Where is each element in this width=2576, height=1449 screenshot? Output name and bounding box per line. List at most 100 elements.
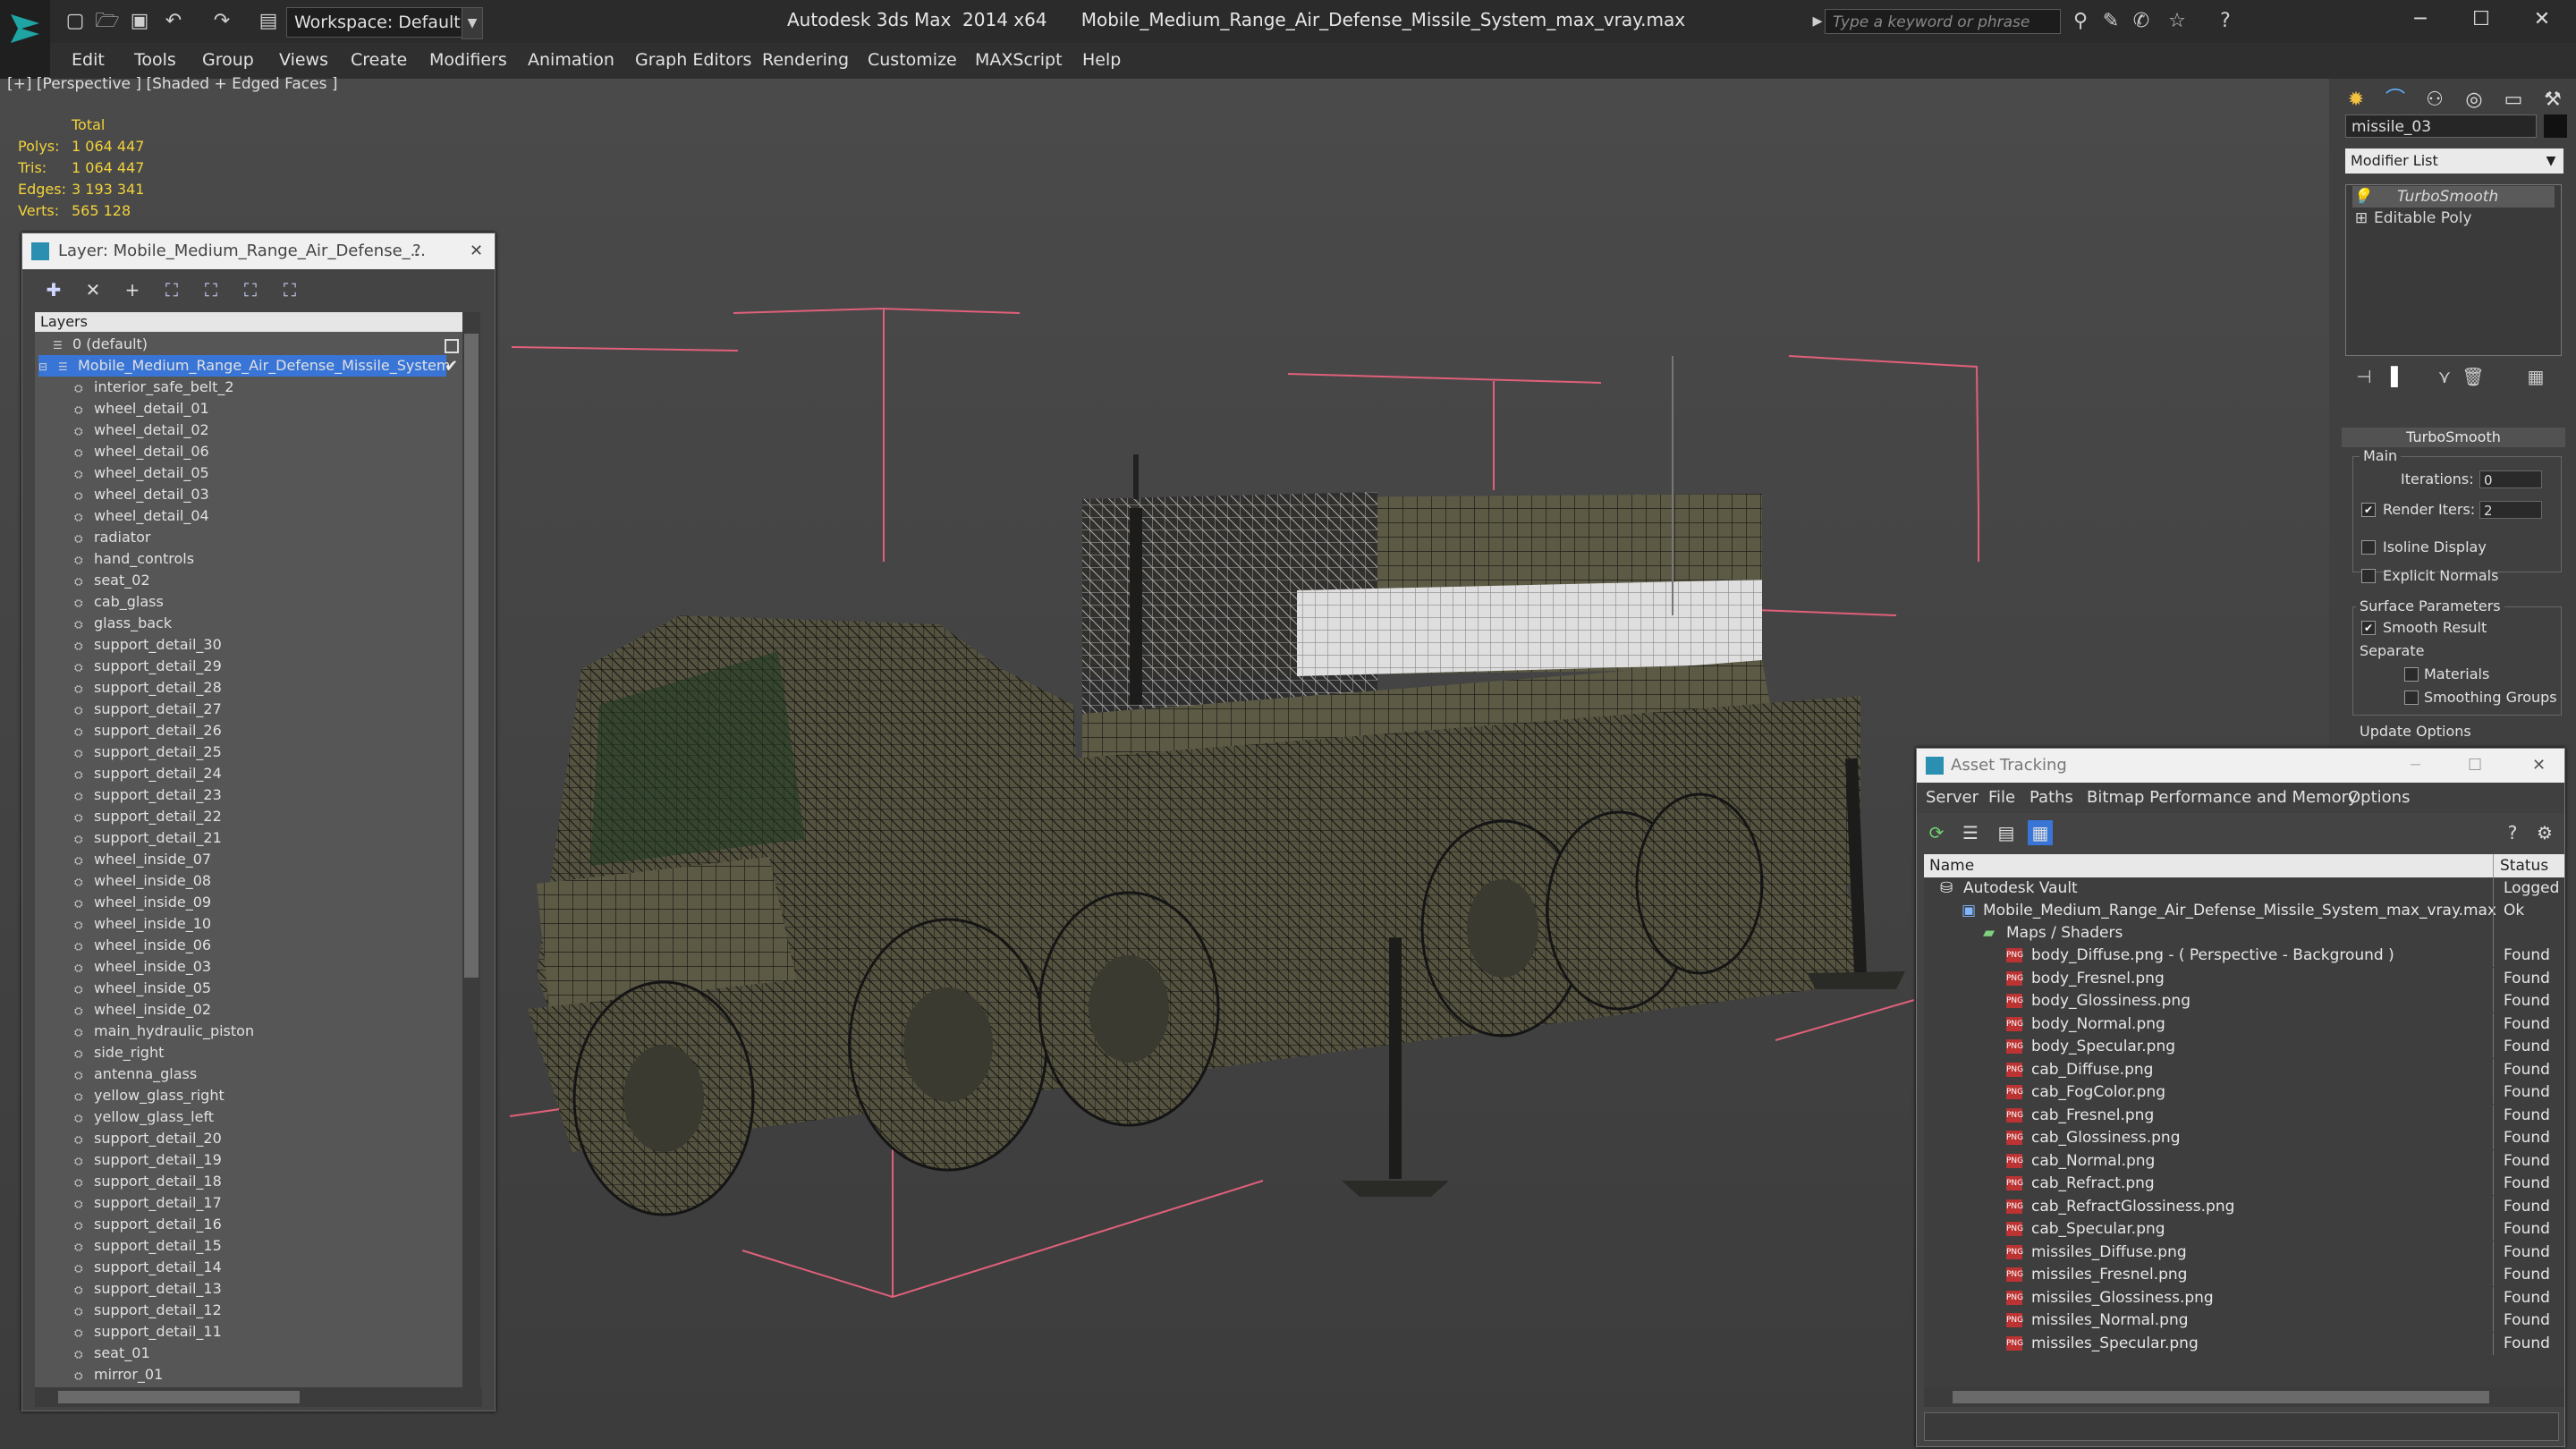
- help-button[interactable]: ?: [412, 233, 421, 269]
- layer-object-row[interactable]: ⛭ wheel_inside_10: [74, 913, 211, 935]
- modifier-list-dropdown[interactable]: Modifier List: [2345, 148, 2563, 174]
- layer-object-row[interactable]: ⛭ support_detail_20: [74, 1128, 222, 1149]
- layer-object-row[interactable]: ⛭ radiator: [74, 527, 150, 548]
- maximize-button[interactable]: ☐: [2468, 749, 2482, 783]
- maximize-button[interactable]: ☐: [2454, 4, 2508, 36]
- layer-mobile-missile-system[interactable]: ⊟ ☰ Mobile_Medium_Range_Air_Defense_Missil…: [38, 355, 450, 377]
- texture-row[interactable]: PNG cab_Fresnel.png Found: [1924, 1104, 2564, 1127]
- layer-object-row[interactable]: ⛭ wheel_inside_07: [74, 849, 211, 870]
- layer-object-row[interactable]: ⛭ support_detail_22: [74, 806, 222, 827]
- chevron-down-icon[interactable]: ▼: [2540, 148, 2562, 174]
- viewport-label[interactable]: [+] [Perspective ] [Shaded + Edged Faces…: [7, 75, 337, 93]
- chevron-down-icon[interactable]: ▼: [462, 7, 483, 39]
- object-color-swatch[interactable]: [2544, 114, 2567, 138]
- hierarchy-tab-icon[interactable]: ⚇: [2417, 84, 2453, 116]
- layer-object-row[interactable]: ⛭ support_detail_21: [74, 827, 222, 849]
- help-icon[interactable]: ?: [2213, 9, 2238, 34]
- layer-object-row[interactable]: ⛭ interior_safe_belt_2: [74, 377, 234, 398]
- new-file-icon[interactable]: ▢: [63, 9, 88, 34]
- asset-hscroll-thumb[interactable]: [1953, 1391, 2489, 1403]
- communication-icon[interactable]: ✆: [2129, 9, 2154, 34]
- show-end-result-icon[interactable]: ▌: [2386, 365, 2410, 388]
- texture-row[interactable]: PNG cab_Diffuse.png Found: [1924, 1058, 2564, 1081]
- column-status-header[interactable]: Status: [2500, 854, 2548, 877]
- layer-default[interactable]: ☰ 0 (default): [53, 334, 446, 355]
- make-unique-icon[interactable]: ⋎: [2433, 365, 2456, 388]
- tree-view-icon[interactable]: ▤: [1994, 820, 2019, 845]
- layer-object-row[interactable]: ⛭ wheel_detail_06: [74, 441, 209, 462]
- layer-object-row[interactable]: ⛭ wheel_inside_02: [74, 999, 211, 1021]
- smooth-result-checkbox[interactable]: ✔: [2361, 621, 2376, 635]
- layer-object-row[interactable]: ⛭ support_detail_13: [74, 1278, 222, 1300]
- isoline-checkbox[interactable]: [2361, 540, 2376, 555]
- layer-object-row[interactable]: ⛭ mirror_01: [74, 1364, 163, 1385]
- texture-row[interactable]: PNG body_Diffuse.png - ( Perspective - Ba…: [1924, 945, 2564, 967]
- layer-object-row[interactable]: ⛭ support_detail_28: [74, 677, 222, 699]
- layer-object-row[interactable]: ⛭ cab_glass: [74, 591, 164, 613]
- turbosmooth-rollout[interactable]: TurboSmooth: [2342, 428, 2565, 447]
- texture-row[interactable]: PNG cab_RefractGlossiness.png Found: [1924, 1195, 2564, 1218]
- layer-object-row[interactable]: ⛭ seat_02: [74, 570, 150, 591]
- layer-object-row[interactable]: ⛭ antenna_glass: [74, 1063, 197, 1085]
- layer-object-row[interactable]: ⛭ wheel_detail_03: [74, 484, 209, 505]
- motion-tab-icon[interactable]: ◎: [2456, 84, 2492, 116]
- select-objects-icon[interactable]: ⛶: [158, 276, 185, 303]
- workspace-select[interactable]: Workspace: Default: [286, 7, 474, 38]
- table-view-icon[interactable]: ▦: [2028, 820, 2053, 845]
- expand-plus-icon[interactable]: ⊞: [2352, 208, 2370, 229]
- menu-views[interactable]: Views: [279, 50, 328, 70]
- layer-object-row[interactable]: ⛭ support_detail_17: [74, 1192, 222, 1214]
- layer-object-row[interactable]: ⛭ support_detail_14: [74, 1257, 222, 1278]
- settings-icon[interactable]: ⚙: [2532, 820, 2557, 845]
- iterations-spinner[interactable]: 0: [2479, 470, 2542, 488]
- render-iters-checkbox[interactable]: ✔: [2361, 503, 2376, 517]
- layer-object-row[interactable]: ⛭ support_detail_12: [74, 1300, 222, 1321]
- render-iters-spinner[interactable]: 2: [2479, 501, 2542, 519]
- layer-object-row[interactable]: ⛭ wheel_detail_05: [74, 462, 209, 484]
- texture-row[interactable]: PNG missiles_Specular.png Found: [1924, 1332, 2564, 1355]
- layer-dialog-titlebar[interactable]: Layer: Mobile_Medium_Range_Air_Defense_.…: [22, 233, 495, 269]
- menu-help[interactable]: Help: [1082, 50, 1121, 70]
- close-icon[interactable]: ✕: [470, 233, 483, 269]
- add-to-layer-icon[interactable]: +: [119, 276, 146, 303]
- layer-object-row[interactable]: ⛭ wheel_inside_09: [74, 892, 211, 913]
- layer-object-row[interactable]: ⛭ wheel_inside_05: [74, 978, 211, 999]
- layer-object-row[interactable]: ⛭ glass_back: [74, 613, 172, 634]
- layer-object-row[interactable]: ⛭ support_detail_30: [74, 634, 222, 656]
- project-folder-icon[interactable]: ▤: [256, 9, 281, 34]
- modify-tab-icon[interactable]: ⌒: [2377, 84, 2413, 116]
- menu-animation[interactable]: Animation: [528, 50, 614, 70]
- layer-object-row[interactable]: ⛭ support_detail_29: [74, 656, 222, 677]
- smoothing-groups-checkbox[interactable]: [2404, 691, 2419, 705]
- favorites-star-icon[interactable]: ☆: [2165, 9, 2190, 34]
- stack-item-editable-poly[interactable]: ⊞ Editable Poly: [2352, 208, 2555, 229]
- layers-scroll-thumb[interactable]: [464, 334, 479, 978]
- texture-row[interactable]: PNG cab_Glossiness.png Found: [1924, 1127, 2564, 1149]
- freeze-all-icon[interactable]: ⛶: [276, 276, 303, 303]
- layer-object-row[interactable]: ⛭ support_detail_15: [74, 1235, 222, 1257]
- layer-active-checkbox[interactable]: [445, 339, 459, 353]
- texture-row[interactable]: PNG cab_Specular.png Found: [1924, 1218, 2564, 1241]
- minimize-button[interactable]: ─: [2411, 749, 2420, 783]
- texture-row[interactable]: PNG body_Normal.png Found: [1924, 1013, 2564, 1036]
- layer-object-row[interactable]: ⛭ hand_controls: [74, 548, 194, 570]
- list-view-icon[interactable]: ☰: [1958, 820, 1983, 845]
- layer-object-row[interactable]: ⛭ yellow_glass_left: [74, 1106, 214, 1128]
- menu-tools[interactable]: Tools: [134, 50, 176, 70]
- minimize-button[interactable]: ─: [2394, 4, 2447, 36]
- lightbulb-icon[interactable]: 💡: [2352, 186, 2371, 208]
- checkmark-icon[interactable]: ✔: [445, 357, 458, 376]
- create-layer-icon[interactable]: ✚: [40, 276, 67, 303]
- menu-options[interactable]: Options: [2348, 788, 2410, 807]
- texture-row[interactable]: PNG body_Glossiness.png Found: [1924, 990, 2564, 1013]
- save-file-icon[interactable]: ▣: [127, 9, 152, 34]
- close-button[interactable]: ✕: [2515, 4, 2569, 36]
- menu-edit[interactable]: Edit: [72, 50, 105, 70]
- subscription-icon[interactable]: ✎: [2098, 9, 2123, 34]
- layer-object-row[interactable]: ⛭ support_detail_16: [74, 1214, 222, 1235]
- layer-object-row[interactable]: ⛭ wheel_inside_08: [74, 870, 211, 892]
- collapse-icon[interactable]: ⊟: [38, 356, 51, 377]
- redo-icon[interactable]: ↷: [209, 9, 234, 34]
- explicit-normals-checkbox[interactable]: [2361, 569, 2376, 583]
- layers-column-header[interactable]: Layers: [35, 312, 462, 332]
